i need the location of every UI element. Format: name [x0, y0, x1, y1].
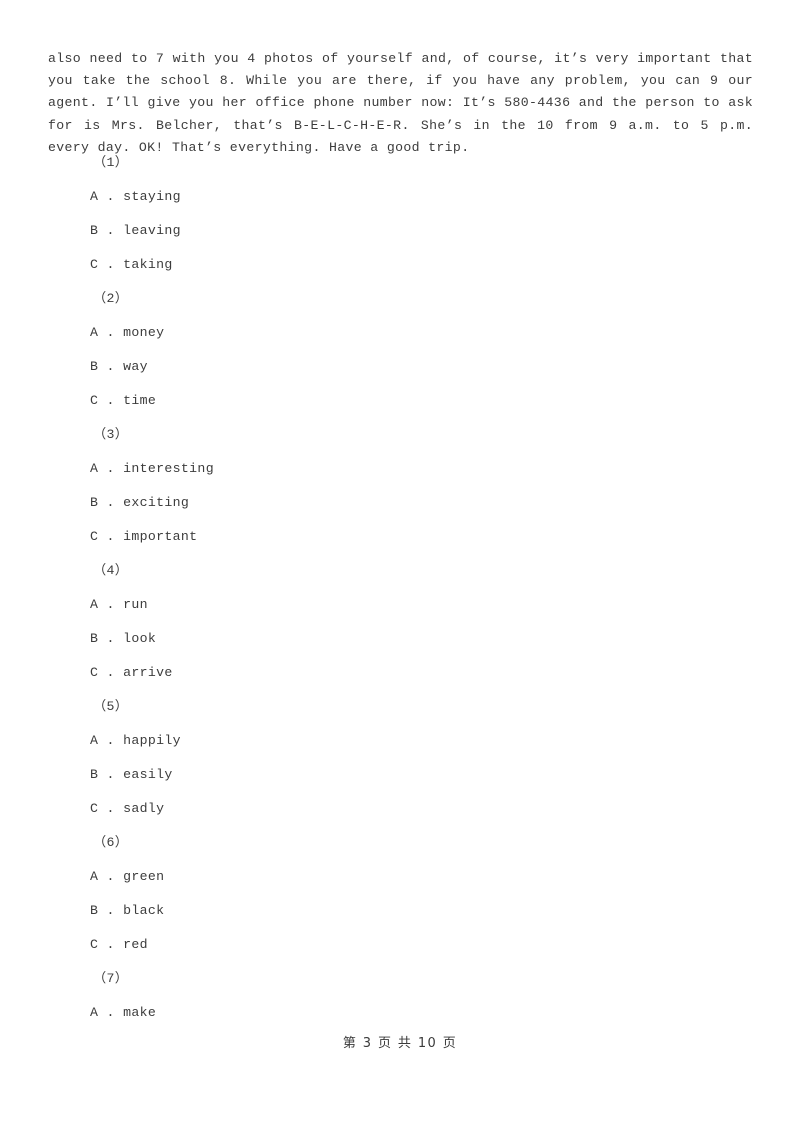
option-separator: . [98, 529, 124, 544]
passage-text: also need to 7 with you 4 photos of your… [48, 51, 753, 155]
option-text: leaving [123, 223, 181, 238]
answer-option[interactable]: C . important [48, 520, 753, 554]
question-number: （1） [93, 155, 129, 170]
page-footer: 第 3 页 共 10 页 [342, 1036, 458, 1051]
answer-option[interactable]: B . exciting [48, 486, 753, 520]
option-separator: . [98, 631, 124, 646]
question-group: （4） A . run B . look C . arrive [48, 554, 753, 690]
option-text: look [123, 631, 157, 646]
option-text: money [123, 325, 165, 340]
option-separator: . [98, 461, 124, 476]
option-text: time [123, 393, 157, 408]
option-text: taking [123, 257, 173, 272]
answer-option[interactable]: C . time [48, 384, 753, 418]
option-text: make [123, 1005, 157, 1020]
answer-option[interactable]: C . taking [48, 248, 753, 282]
option-text: black [123, 903, 165, 918]
option-separator: . [98, 903, 124, 918]
option-separator: . [98, 767, 124, 782]
question-group: （5） A . happily B . easily C . sadly [48, 690, 753, 826]
option-text: green [123, 869, 165, 884]
option-text: interesting [123, 461, 214, 476]
option-separator: . [98, 393, 124, 408]
answer-option[interactable]: B . easily [48, 758, 753, 792]
option-separator: . [98, 733, 124, 748]
document-page: also need to 7 with you 4 photos of your… [0, 0, 800, 1132]
question-number: （4） [93, 563, 129, 578]
answer-option[interactable]: A . green [48, 860, 753, 894]
option-text: exciting [123, 495, 190, 510]
answer-option[interactable]: A . run [48, 588, 753, 622]
option-text: run [123, 597, 148, 612]
question-number: （6） [93, 835, 129, 850]
option-text: red [123, 937, 148, 952]
question-number: （3） [93, 427, 129, 442]
answer-option[interactable]: A . interesting [48, 452, 753, 486]
answer-option[interactable]: B . look [48, 622, 753, 656]
option-text: important [123, 529, 198, 544]
question-number: （2） [93, 291, 129, 306]
question-group: （1） A . staying B . leaving C . taking [48, 146, 753, 282]
answer-option[interactable]: C . red [48, 928, 753, 962]
option-separator: . [98, 597, 124, 612]
question-group: （2） A . money B . way C . time [48, 282, 753, 418]
option-separator: . [98, 1005, 124, 1020]
option-separator: . [98, 325, 124, 340]
answer-option[interactable]: A . happily [48, 724, 753, 758]
option-separator: . [98, 937, 124, 952]
answer-option[interactable]: B . black [48, 894, 753, 928]
option-text: way [123, 359, 148, 374]
answer-option[interactable]: A . money [48, 316, 753, 350]
option-separator: . [98, 359, 124, 374]
option-text: easily [123, 767, 173, 782]
question-number: （7） [93, 971, 129, 986]
option-separator: . [98, 257, 124, 272]
option-separator: . [98, 869, 124, 884]
question-group: （7） A . make [48, 962, 753, 1030]
questions-list: （1） A . staying B . leaving C . taking （2） A … [48, 146, 753, 1030]
option-text: staying [123, 189, 181, 204]
option-text: happily [123, 733, 181, 748]
answer-option[interactable]: B . way [48, 350, 753, 384]
option-separator: . [98, 665, 124, 680]
option-text: arrive [123, 665, 173, 680]
answer-option[interactable]: A . staying [48, 180, 753, 214]
question-group: （3） A . interesting B . exciting C . import… [48, 418, 753, 554]
option-separator: . [98, 801, 124, 816]
answer-option[interactable]: B . leaving [48, 214, 753, 248]
answer-option[interactable]: C . arrive [48, 656, 753, 690]
answer-option[interactable]: C . sadly [48, 792, 753, 826]
answer-option[interactable]: A . make [48, 996, 753, 1030]
question-group: （6） A . green B . black C . red [48, 826, 753, 962]
option-text: sadly [123, 801, 165, 816]
question-number: （5） [93, 699, 129, 714]
option-separator: . [98, 495, 124, 510]
option-separator: . [98, 189, 124, 204]
option-separator: . [98, 223, 124, 238]
